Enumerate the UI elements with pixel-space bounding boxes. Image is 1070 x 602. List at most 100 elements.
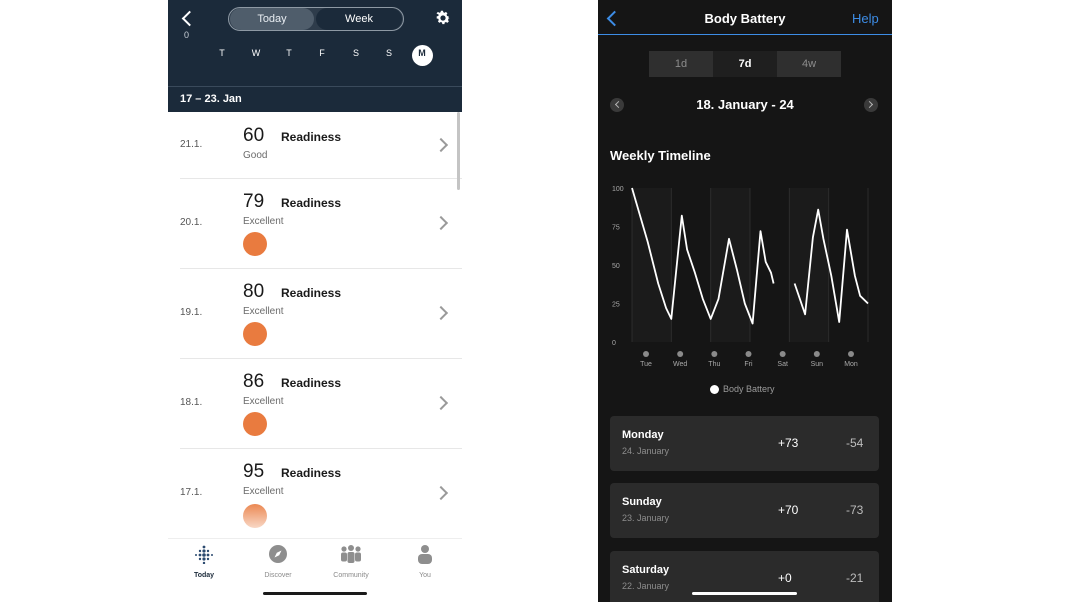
charged-value: +73 — [778, 436, 799, 450]
chevron-right-icon — [433, 305, 449, 321]
weekly-timeline-chart: 100 75 50 25 0 Tue Wed Thu Fri Sat Sun Mon — [612, 186, 869, 368]
tab-discover[interactable]: Discover — [248, 544, 308, 579]
workout-badge-icon — [243, 232, 267, 256]
chevron-right-icon — [433, 485, 449, 501]
readiness-score: 79 — [243, 191, 265, 212]
day-band — [789, 188, 829, 342]
day-summary-card[interactable]: Sunday 23. January +70 -73 — [610, 483, 879, 538]
y-tick-label: 0 — [612, 340, 616, 347]
home-indicator — [263, 592, 367, 595]
header-divider — [598, 34, 892, 35]
x-tick-dot — [745, 351, 752, 357]
x-tick-label: Wed — [673, 361, 687, 368]
readiness-status: Excellent — [243, 306, 284, 317]
header-divider — [168, 86, 462, 87]
chevron-right-icon — [433, 395, 449, 411]
person-icon — [418, 545, 432, 564]
day-summary-card[interactable]: Monday 24. January +73 -54 — [610, 416, 879, 471]
readiness-score: 95 — [243, 461, 265, 482]
chevron-right-icon — [865, 100, 874, 109]
day-band — [710, 188, 750, 342]
day-label[interactable]: F — [312, 48, 332, 58]
readiness-score: 80 — [243, 281, 265, 302]
tab-today[interactable]: Today — [174, 544, 234, 579]
y-tick-label: 100 — [612, 186, 624, 193]
row-date: 21.1. — [180, 139, 203, 150]
chevron-left-icon — [181, 10, 198, 27]
range-selector: 1d 7d 4w — [649, 51, 841, 77]
drained-value: -73 — [846, 503, 864, 517]
tab-label: Discover — [264, 572, 292, 579]
axis-zero-label: 0 — [184, 30, 190, 40]
day-label[interactable]: T — [279, 48, 299, 58]
readiness-row[interactable]: 18.1. 86 Readiness Excellent — [180, 359, 462, 449]
readiness-label: Readiness — [281, 466, 342, 480]
x-tick-dot — [848, 351, 854, 357]
charged-value: +0 — [778, 571, 792, 585]
x-tick-dot — [643, 351, 649, 357]
chevron-right-icon — [433, 137, 449, 153]
next-week-button[interactable] — [864, 98, 878, 112]
list-fade — [168, 500, 462, 540]
day-label[interactable]: W — [246, 48, 266, 58]
workout-badge-icon — [243, 412, 267, 436]
drained-value: -54 — [846, 436, 864, 450]
previous-week-button[interactable] — [610, 98, 624, 112]
tab-community[interactable]: Community — [321, 544, 381, 579]
toggle-week[interactable]: Week — [316, 8, 402, 30]
day-label[interactable]: S — [346, 48, 366, 58]
x-tick-dot — [677, 351, 684, 357]
range-7d[interactable]: 7d — [713, 51, 777, 77]
people-icon — [341, 545, 361, 563]
chevron-right-icon — [433, 215, 449, 231]
card-day: Sunday — [622, 496, 662, 508]
readiness-screen: Today Week 0 T W T F S S M 17 – 23. Jan … — [168, 0, 462, 602]
day-label-selected[interactable]: M — [412, 48, 432, 58]
x-tick-label: Tue — [640, 361, 652, 368]
home-indicator — [692, 592, 797, 595]
help-link[interactable]: Help — [852, 11, 879, 26]
date-range-label: 18. January - 24 — [696, 97, 794, 112]
back-button[interactable] — [176, 8, 200, 30]
range-1d[interactable]: 1d — [649, 51, 713, 77]
readiness-label: Readiness — [281, 286, 342, 300]
legend-dot — [710, 385, 719, 394]
readiness-label: Readiness — [281, 130, 342, 144]
x-tick-label: Fri — [744, 361, 753, 368]
readiness-row[interactable]: 20.1. 79 Readiness Excellent — [180, 179, 462, 269]
row-date: 17.1. — [180, 487, 203, 498]
tab-you[interactable]: You — [395, 544, 455, 579]
x-tick-label: Thu — [708, 361, 720, 368]
row-date: 19.1. — [180, 307, 203, 318]
y-tick-label: 50 — [612, 263, 620, 270]
x-tick-label: Sat — [777, 361, 788, 368]
readiness-row[interactable]: 19.1. 80 Readiness Excellent — [180, 269, 462, 359]
readiness-score: 86 — [243, 371, 265, 392]
row-date: 18.1. — [180, 397, 203, 408]
x-tick-label: Mon — [844, 361, 858, 368]
gear-icon[interactable] — [434, 9, 452, 27]
page-title: Body Battery — [704, 11, 786, 26]
day-label[interactable]: S — [379, 48, 399, 58]
x-tick-dot — [779, 351, 786, 357]
readiness-status: Excellent — [243, 216, 284, 227]
row-date: 20.1. — [180, 217, 203, 228]
scrollbar[interactable] — [457, 112, 460, 190]
readiness-label: Readiness — [281, 196, 342, 210]
x-tick-dot — [711, 351, 718, 357]
week-range-label: 17 – 23. Jan — [180, 93, 242, 105]
readiness-label: Readiness — [281, 376, 342, 390]
readiness-row[interactable]: 21.1. 60 Readiness Good — [180, 112, 462, 179]
chevron-left-icon — [614, 100, 623, 109]
x-tick-dot — [813, 351, 820, 357]
workout-badge-icon — [243, 322, 267, 346]
today-week-toggle: Today Week — [228, 7, 404, 31]
card-date: 23. January — [622, 513, 670, 523]
range-4w[interactable]: 4w — [777, 51, 841, 77]
toggle-today[interactable]: Today — [230, 8, 314, 30]
card-date: 24. January — [622, 446, 670, 456]
drained-value: -21 — [846, 571, 864, 585]
readiness-status: Excellent — [243, 486, 284, 497]
fitbit-dots-icon — [195, 545, 213, 565]
day-label[interactable]: T — [212, 48, 232, 58]
